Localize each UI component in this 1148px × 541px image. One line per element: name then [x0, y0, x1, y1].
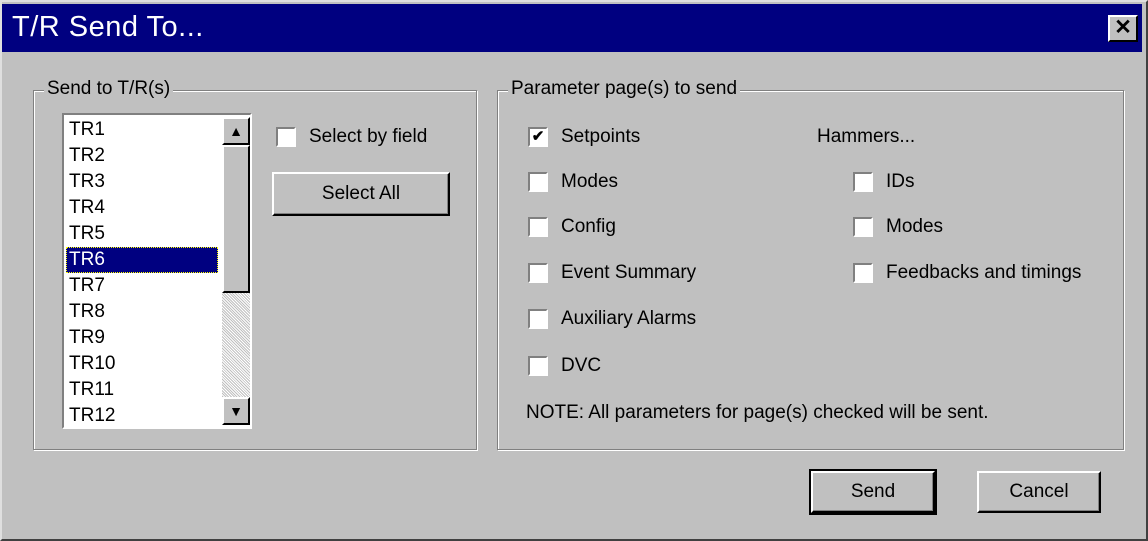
setpoints-box[interactable]: ✔ — [528, 127, 548, 147]
tr-list-item[interactable]: TR1 — [66, 117, 218, 143]
hammer-modes-box[interactable] — [853, 217, 873, 237]
scroll-down-icon: ▼ — [229, 403, 243, 419]
auxiliary-alarms-checkbox[interactable]: Auxiliary Alarms — [528, 308, 696, 330]
title-bar[interactable]: T/R Send To... ✕ — [2, 4, 1142, 52]
tr-list-item[interactable]: TR5 — [66, 221, 218, 247]
scroll-up-icon: ▲ — [229, 123, 243, 139]
tr-list-item[interactable]: TR9 — [66, 325, 218, 351]
check-icon: ✔ — [531, 128, 545, 145]
modes-label: Modes — [561, 171, 619, 192]
tr-list-item[interactable]: TR10 — [66, 351, 218, 377]
cancel-button[interactable]: Cancel — [977, 471, 1101, 513]
scroll-thumb[interactable] — [222, 145, 250, 293]
setpoints-label: Setpoints — [561, 126, 641, 147]
close-icon: ✕ — [1114, 16, 1132, 39]
modes-box[interactable] — [528, 172, 548, 192]
tr-list-items: TR1 TR2 TR3 TR4 TR5 TR6 TR7 TR8 TR9 TR10 TR11 TR12 — [66, 117, 218, 427]
select-all-label: Select All — [321, 183, 401, 204]
hammer-modes-checkbox[interactable]: Modes — [853, 216, 943, 238]
hammer-modes-label: Modes — [886, 216, 944, 237]
config-label: Config — [561, 216, 616, 237]
send-label: Send — [850, 481, 896, 502]
tr-list-item[interactable]: TR3 — [66, 169, 218, 195]
hammer-ids-box[interactable] — [853, 172, 873, 192]
tr-list-item[interactable]: TR11 — [66, 377, 218, 403]
tr-list-item[interactable]: TR8 — [66, 299, 218, 325]
dvc-label: DVC — [561, 355, 602, 376]
hammer-ids-checkbox[interactable]: IDs — [853, 171, 915, 193]
close-button[interactable]: ✕ — [1108, 15, 1138, 42]
scroll-up-button[interactable]: ▲ — [222, 117, 250, 145]
config-checkbox[interactable]: Config — [528, 216, 616, 238]
tr-listbox[interactable]: TR1 TR2 TR3 TR4 TR5 TR6 TR7 TR8 TR9 TR10 TR11 TR12 … — [62, 113, 252, 429]
window-title: T/R Send To... — [12, 11, 204, 43]
send-to-group-label: Send to T/R(s) — [44, 78, 174, 100]
tr-list-item[interactable]: TR6 — [66, 247, 218, 273]
hammer-feedbacks-label: Feedbacks and timings — [886, 262, 1082, 283]
hammers-label: Hammers... — [817, 126, 916, 147]
select-by-field-box[interactable] — [276, 127, 296, 147]
tr-list-item[interactable]: TR7 — [66, 273, 218, 299]
tr-list-item[interactable]: TR12 — [66, 403, 218, 427]
cancel-label: Cancel — [1009, 481, 1069, 502]
select-all-button[interactable]: Select All — [272, 172, 450, 216]
parameter-pages-group-label: Parameter page(s) to send — [508, 78, 741, 100]
send-button[interactable]: Send — [809, 469, 937, 515]
event-summary-box[interactable] — [528, 263, 548, 283]
config-box[interactable] — [528, 217, 548, 237]
event-summary-checkbox[interactable]: Event Summary — [528, 262, 696, 284]
setpoints-checkbox[interactable]: ✔ Setpoints — [528, 126, 640, 148]
select-by-field-checkbox[interactable]: Select by field — [276, 126, 427, 148]
hammer-feedbacks-box[interactable] — [853, 263, 873, 283]
hammer-feedbacks-checkbox[interactable]: Feedbacks and timings — [853, 262, 1081, 284]
tr-list-item[interactable]: TR2 — [66, 143, 218, 169]
tr-list-item[interactable]: TR4 — [66, 195, 218, 221]
event-summary-label: Event Summary — [561, 262, 697, 283]
modes-checkbox[interactable]: Modes — [528, 171, 618, 193]
dvc-checkbox[interactable]: DVC — [528, 355, 601, 377]
dvc-box[interactable] — [528, 356, 548, 376]
scroll-down-button[interactable]: ▼ — [222, 397, 250, 425]
tr-list-scrollbar[interactable]: ▲ ▼ — [222, 117, 250, 425]
hammer-ids-label: IDs — [886, 171, 915, 192]
auxiliary-alarms-label: Auxiliary Alarms — [561, 308, 697, 329]
select-by-field-label: Select by field — [309, 126, 428, 147]
auxiliary-alarms-box[interactable] — [528, 309, 548, 329]
note-text: NOTE: All parameters for page(s) checked… — [526, 402, 989, 423]
